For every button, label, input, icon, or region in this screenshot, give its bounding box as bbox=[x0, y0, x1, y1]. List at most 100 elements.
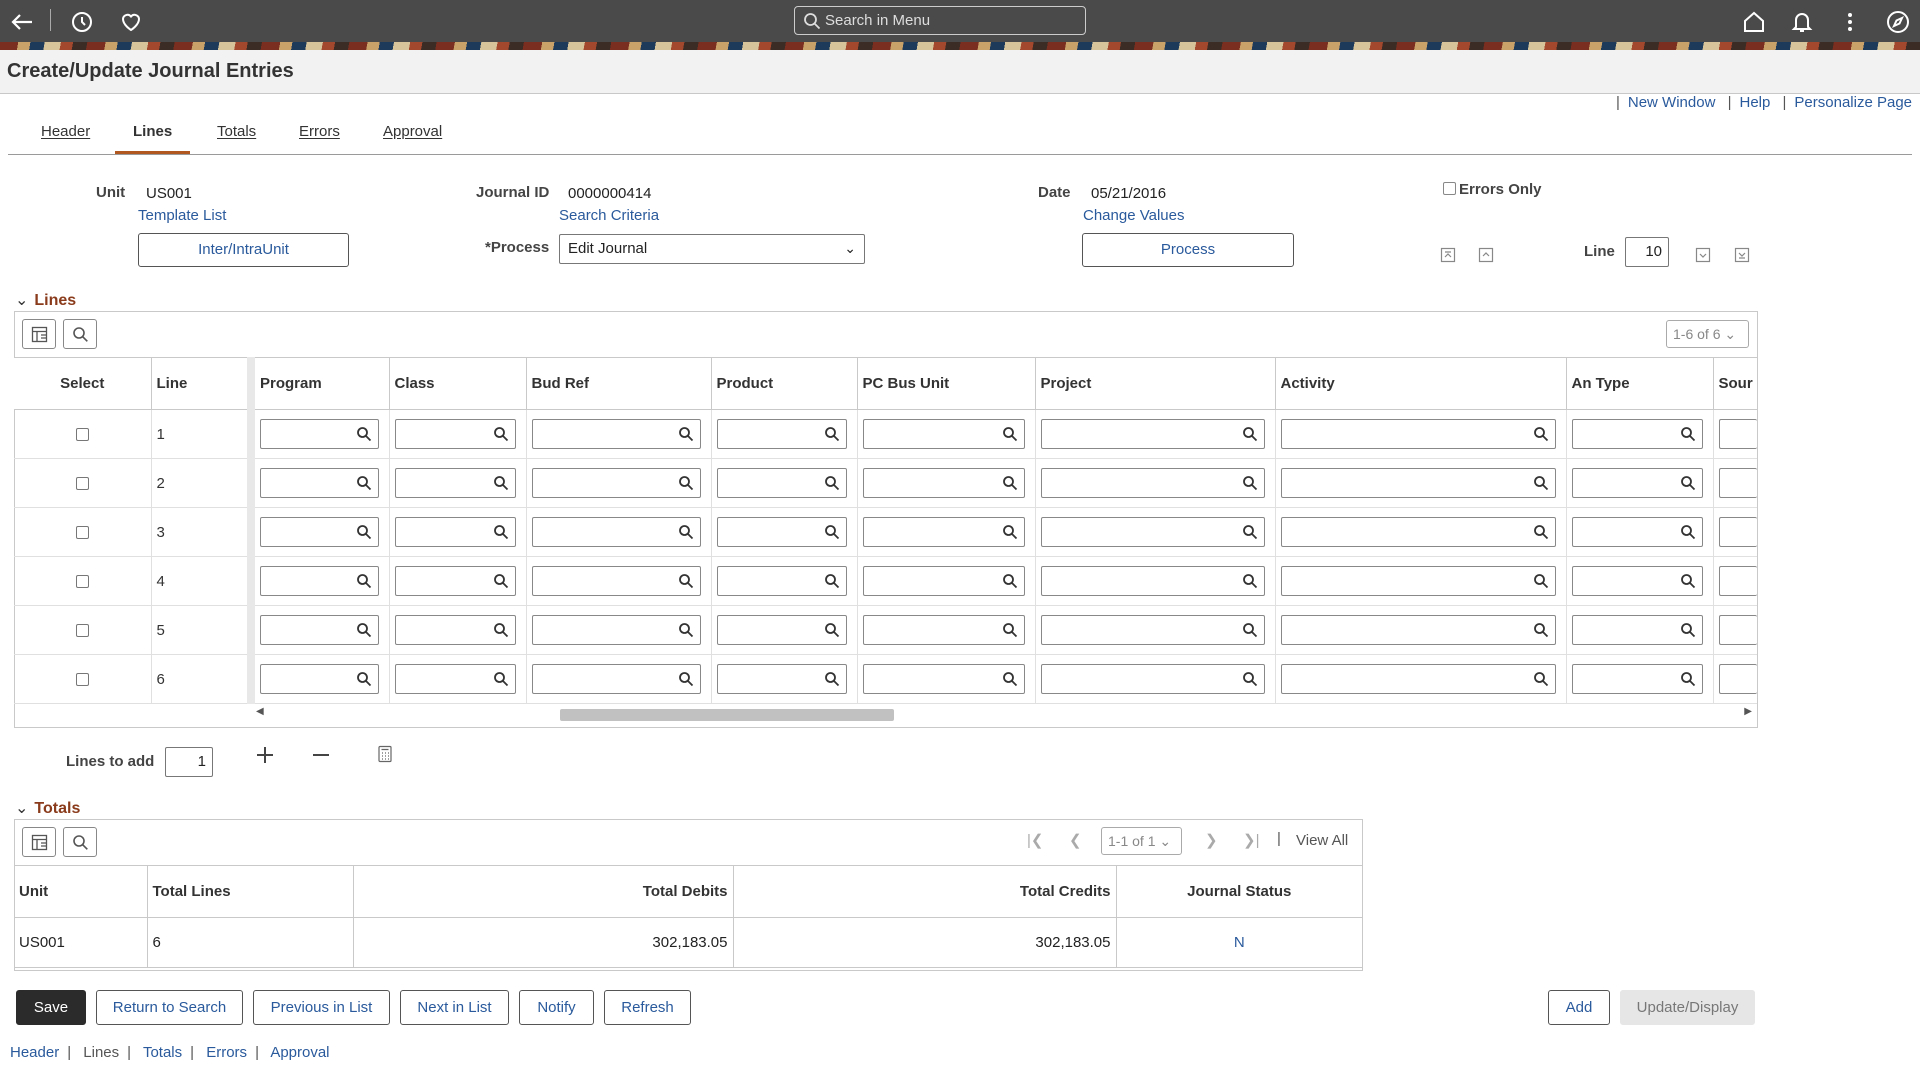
an-type-input[interactable] bbox=[1571, 664, 1703, 694]
horizontal-scrollbar[interactable]: ◀ ▶ bbox=[254, 706, 1754, 722]
an-type-input[interactable] bbox=[1571, 615, 1703, 645]
activity-input[interactable] bbox=[1280, 419, 1556, 449]
scroll-right-icon[interactable]: ▶ bbox=[1744, 706, 1752, 717]
row-select-checkbox[interactable] bbox=[75, 672, 89, 686]
pc-bus-unit-input[interactable] bbox=[862, 468, 1025, 498]
add-row-icon[interactable] bbox=[255, 745, 275, 765]
product-input[interactable] bbox=[716, 517, 847, 547]
line-input[interactable]: 10 bbox=[1625, 237, 1669, 267]
source-input[interactable] bbox=[1718, 664, 1757, 694]
product-input[interactable] bbox=[716, 615, 847, 645]
project-input[interactable] bbox=[1040, 419, 1265, 449]
add-button[interactable]: Add bbox=[1548, 990, 1610, 1025]
row-select-checkbox[interactable] bbox=[75, 574, 89, 588]
project-input[interactable] bbox=[1040, 566, 1265, 596]
bud-ref-input[interactable] bbox=[531, 468, 701, 498]
return-to-search-button[interactable]: Return to Search bbox=[96, 990, 243, 1025]
find-in-grid-button[interactable] bbox=[63, 827, 97, 857]
activity-input[interactable] bbox=[1280, 615, 1556, 645]
totals-pager-select[interactable]: 1-1 of 1 ⌄ bbox=[1101, 827, 1182, 855]
find-in-grid-button[interactable] bbox=[63, 319, 97, 349]
tab-errors[interactable]: Errors bbox=[299, 123, 340, 140]
footer-link-approval[interactable]: Approval bbox=[270, 1044, 329, 1061]
new-window-link[interactable]: New Window bbox=[1628, 94, 1716, 111]
personalize-grid-button[interactable] bbox=[22, 827, 56, 857]
menu-search-input[interactable]: Search in Menu bbox=[794, 6, 1086, 35]
footer-link-errors[interactable]: Errors bbox=[206, 1044, 247, 1061]
previous-page-icon[interactable]: ❮ bbox=[1069, 831, 1082, 849]
source-input[interactable] bbox=[1718, 517, 1757, 547]
activity-input[interactable] bbox=[1280, 517, 1556, 547]
bud-ref-input[interactable] bbox=[531, 517, 701, 547]
source-input[interactable] bbox=[1718, 615, 1757, 645]
program-input[interactable] bbox=[260, 468, 379, 498]
pc-bus-unit-input[interactable] bbox=[862, 664, 1025, 694]
source-input[interactable] bbox=[1718, 468, 1757, 498]
footer-link-lines[interactable]: Lines bbox=[83, 1044, 119, 1061]
source-input[interactable] bbox=[1718, 566, 1757, 596]
activity-input[interactable] bbox=[1280, 664, 1556, 694]
favorites-heart-icon[interactable] bbox=[117, 8, 145, 36]
footer-link-header[interactable]: Header bbox=[10, 1044, 59, 1061]
delete-row-icon[interactable] bbox=[311, 745, 331, 765]
tab-totals[interactable]: Totals bbox=[217, 123, 256, 140]
pc-bus-unit-input[interactable] bbox=[862, 517, 1025, 547]
home-icon[interactable] bbox=[1740, 8, 1768, 36]
row-select-checkbox[interactable] bbox=[75, 525, 89, 539]
class-input[interactable] bbox=[394, 517, 516, 547]
pc-bus-unit-input[interactable] bbox=[862, 419, 1025, 449]
lines-section-header[interactable]: ⌄ Lines bbox=[15, 290, 76, 310]
search-criteria-link[interactable]: Search Criteria bbox=[559, 207, 659, 224]
class-input[interactable] bbox=[394, 566, 516, 596]
lines-to-add-input[interactable]: 1 bbox=[165, 747, 213, 777]
journal-status-link[interactable]: N bbox=[1234, 934, 1245, 951]
bud-ref-input[interactable] bbox=[531, 664, 701, 694]
process-select[interactable]: Edit Journal ⌄ bbox=[559, 234, 865, 264]
activity-input[interactable] bbox=[1280, 468, 1556, 498]
more-actions-icon[interactable] bbox=[1836, 8, 1864, 36]
project-input[interactable] bbox=[1040, 615, 1265, 645]
back-arrow-icon[interactable] bbox=[8, 8, 36, 36]
program-input[interactable] bbox=[260, 517, 379, 547]
bud-ref-input[interactable] bbox=[531, 615, 701, 645]
totals-section-header[interactable]: ⌄ Totals bbox=[15, 798, 80, 818]
an-type-input[interactable] bbox=[1571, 468, 1703, 498]
calculator-icon[interactable] bbox=[377, 745, 393, 763]
source-input[interactable] bbox=[1718, 419, 1757, 449]
class-input[interactable] bbox=[394, 615, 516, 645]
notifications-bell-icon[interactable] bbox=[1788, 8, 1816, 36]
tab-lines[interactable]: Lines bbox=[133, 123, 172, 140]
next-in-list-button[interactable]: Next in List bbox=[400, 990, 509, 1025]
scroll-left-icon[interactable]: ◀ bbox=[256, 706, 264, 717]
class-input[interactable] bbox=[394, 468, 516, 498]
personalize-page-link[interactable]: Personalize Page bbox=[1794, 94, 1912, 111]
product-input[interactable] bbox=[716, 566, 847, 596]
activity-input[interactable] bbox=[1280, 566, 1556, 596]
first-page-icon[interactable]: |❮ bbox=[1027, 831, 1043, 849]
pc-bus-unit-input[interactable] bbox=[862, 615, 1025, 645]
help-link[interactable]: Help bbox=[1739, 94, 1770, 111]
inter-intraunit-button[interactable]: Inter/IntraUnit bbox=[138, 233, 349, 267]
previous-line-icon[interactable] bbox=[1478, 247, 1494, 263]
an-type-input[interactable] bbox=[1571, 517, 1703, 547]
lines-pager-select[interactable]: 1-6 of 6 ⌄ bbox=[1666, 320, 1749, 348]
notify-button[interactable]: Notify bbox=[519, 990, 594, 1025]
product-input[interactable] bbox=[716, 664, 847, 694]
program-input[interactable] bbox=[260, 566, 379, 596]
program-input[interactable] bbox=[260, 664, 379, 694]
program-input[interactable] bbox=[260, 419, 379, 449]
row-select-checkbox[interactable] bbox=[75, 427, 89, 441]
project-input[interactable] bbox=[1040, 517, 1265, 547]
last-line-icon[interactable] bbox=[1734, 247, 1750, 263]
change-values-link[interactable]: Change Values bbox=[1083, 207, 1184, 224]
save-button[interactable]: Save bbox=[16, 990, 86, 1025]
last-page-icon[interactable]: ❯| bbox=[1243, 831, 1259, 849]
previous-in-list-button[interactable]: Previous in List bbox=[253, 990, 390, 1025]
next-page-icon[interactable]: ❯ bbox=[1205, 831, 1218, 849]
row-select-checkbox[interactable] bbox=[75, 476, 89, 490]
bud-ref-input[interactable] bbox=[531, 419, 701, 449]
project-input[interactable] bbox=[1040, 468, 1265, 498]
program-input[interactable] bbox=[260, 615, 379, 645]
an-type-input[interactable] bbox=[1571, 419, 1703, 449]
product-input[interactable] bbox=[716, 468, 847, 498]
